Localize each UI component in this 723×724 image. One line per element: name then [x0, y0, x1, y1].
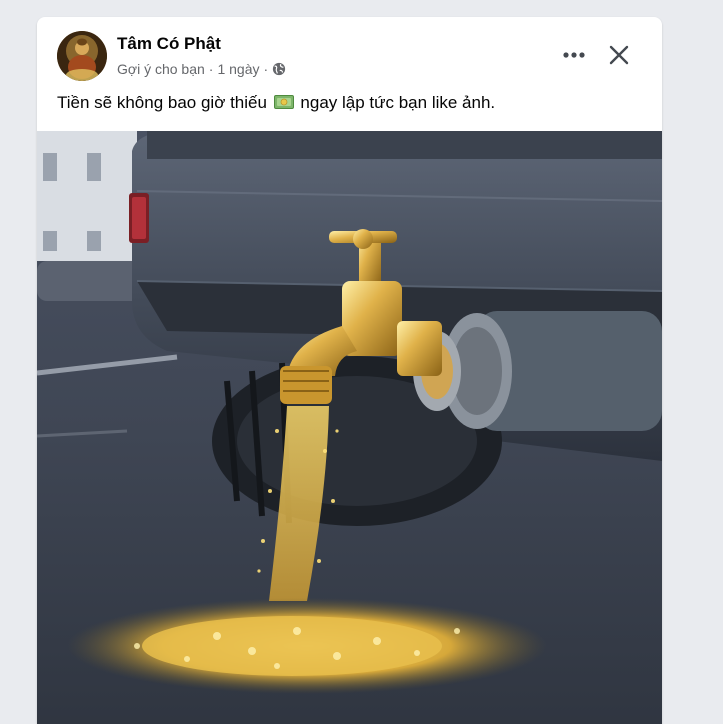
close-post-button[interactable]: [599, 37, 639, 73]
more-options-button[interactable]: [554, 37, 594, 73]
author-name[interactable]: Tâm Có Phật: [117, 34, 221, 54]
post-card: Tâm Có Phật Gợi ý cho bạn · 1 ngày · Tiề…: [37, 17, 662, 724]
post-meta: Gợi ý cho bạn · 1 ngày ·: [117, 61, 286, 77]
meta-separator: ·: [208, 61, 214, 77]
golden-faucet-car-image: [37, 131, 662, 724]
more-options-icon: [563, 52, 585, 58]
post-photo[interactable]: [37, 131, 662, 724]
close-icon: [609, 45, 629, 65]
buddha-avatar-image: [57, 31, 107, 81]
money-emoji-icon: [273, 94, 294, 109]
post-text-end: ngay lập tức bạn like ảnh.: [300, 93, 496, 112]
post-text-start: Tiền sẽ không bao giờ thiếu: [57, 93, 267, 112]
post-text: Tiền sẽ không bao giờ thiếu ngay lập tức…: [57, 93, 495, 113]
post-timestamp[interactable]: 1 ngày: [217, 61, 259, 77]
globe-icon[interactable]: [272, 62, 286, 76]
post-header: Tâm Có Phật Gợi ý cho bạn · 1 ngày · Tiề…: [37, 17, 662, 132]
author-avatar[interactable]: [57, 31, 107, 81]
meta-separator: ·: [263, 61, 269, 77]
feed-background: Tâm Có Phật Gợi ý cho bạn · 1 ngày · Tiề…: [0, 0, 723, 724]
suggestion-label: Gợi ý cho bạn: [117, 61, 205, 77]
